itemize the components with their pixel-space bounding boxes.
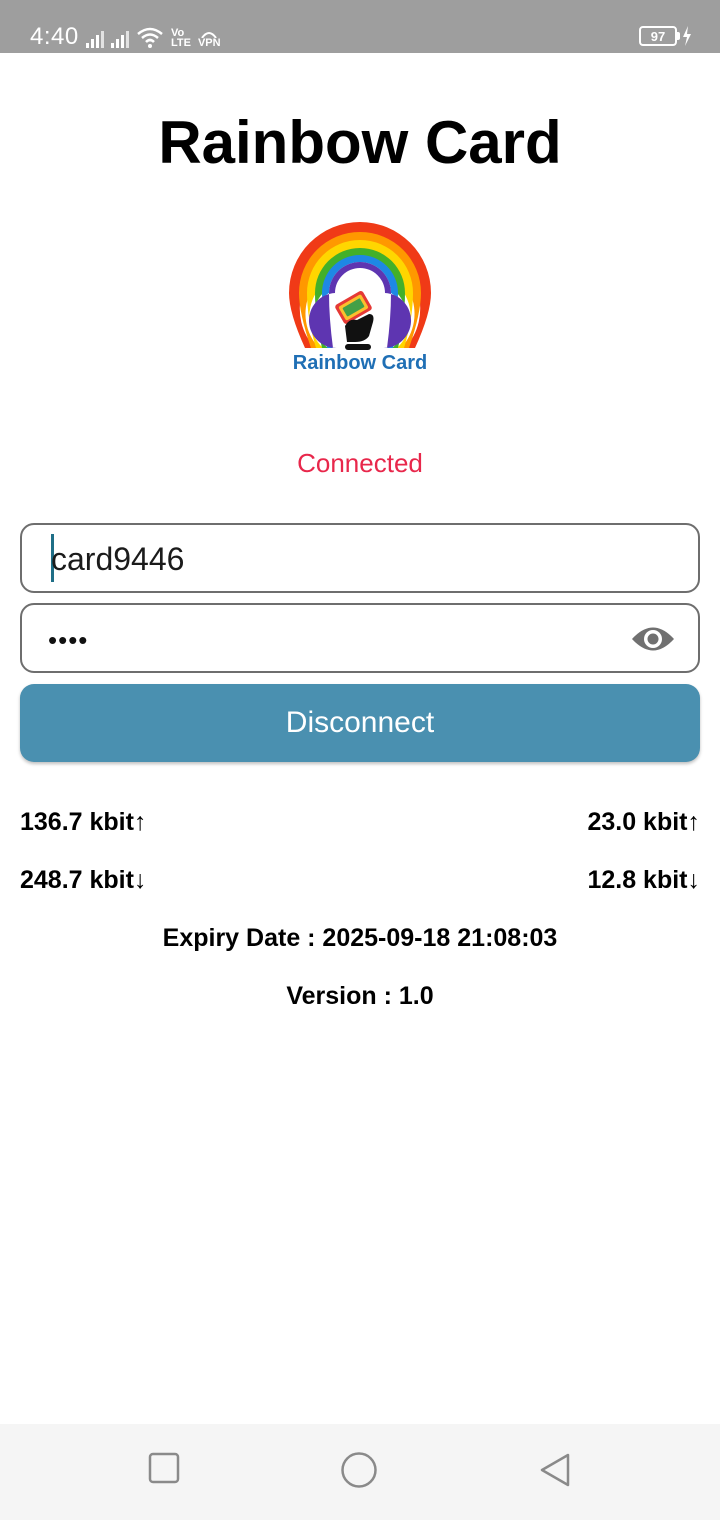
circle-icon[interactable] xyxy=(340,1451,378,1489)
battery-level: 97 xyxy=(650,28,666,44)
download-stat-right: 12.8 kbit↓ xyxy=(587,866,700,894)
battery-tip xyxy=(677,32,680,40)
wifi-icon xyxy=(137,27,163,48)
status-time: 4:40 xyxy=(30,23,79,50)
password-value: •••• xyxy=(48,625,89,655)
vpn-icon: VPN xyxy=(198,28,221,49)
upload-stat-right: 23.0 kbit↑ xyxy=(587,808,700,836)
username-value: card9446 xyxy=(51,541,185,577)
logo-text: Rainbow Card xyxy=(292,352,428,374)
volte-icon: Vo LTE xyxy=(171,27,191,49)
charging-icon xyxy=(683,26,691,46)
signal-icon xyxy=(86,30,104,48)
expiry-date: Expiry Date : 2025-09-18 21:08:03 xyxy=(162,924,558,952)
battery-icon: 97 xyxy=(639,26,677,46)
username-field[interactable]: card9446 xyxy=(20,523,700,593)
page-title: Rainbow Card xyxy=(158,109,562,176)
eye-icon[interactable] xyxy=(630,622,676,656)
download-stat-left: 248.7 kbit↓ xyxy=(20,866,147,894)
version-label: Version : 1.0 xyxy=(286,982,434,1010)
status-bar: 4:40 Vo LTE VPN 97 xyxy=(0,0,720,53)
navigation-bar xyxy=(0,1424,720,1520)
square-icon[interactable] xyxy=(148,1452,180,1484)
upload-stat-left: 136.7 kbit↑ xyxy=(20,808,147,836)
password-field[interactable]: •••• xyxy=(20,603,700,673)
status-icons: Vo LTE VPN xyxy=(86,26,221,49)
disconnect-button[interactable]: Disconnect xyxy=(20,684,700,762)
connection-status: Connected xyxy=(297,448,423,478)
signal-icon-2 xyxy=(111,30,129,48)
triangle-back-icon[interactable] xyxy=(538,1452,572,1488)
